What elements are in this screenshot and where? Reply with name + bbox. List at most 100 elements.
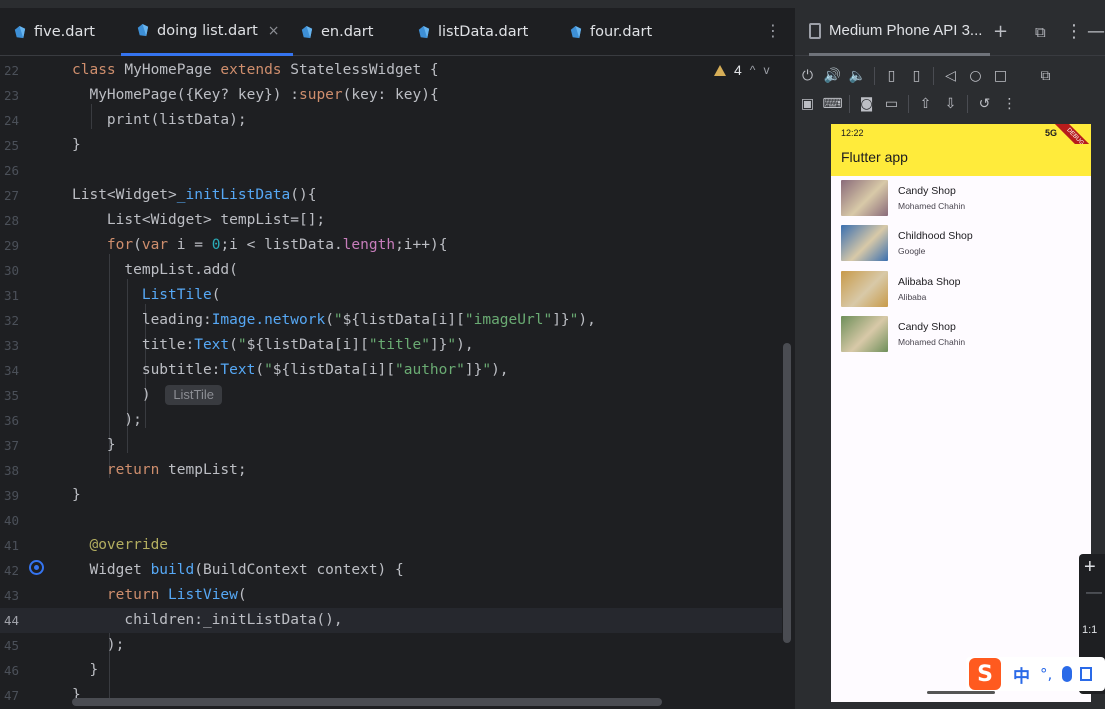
screenshot-icon[interactable]: ◙	[854, 93, 879, 115]
code-text[interactable]: return tempList;	[72, 458, 247, 483]
tab-five-dart[interactable]: five.dart	[12, 8, 95, 56]
previous-problem-icon[interactable]: ^	[750, 63, 756, 77]
zoom-in-button[interactable]: +	[1084, 556, 1096, 579]
tab-en-dart[interactable]: en.dart	[299, 8, 373, 56]
power-icon[interactable]: ⏻	[795, 65, 820, 87]
ime-language-toggle[interactable]: 中	[1013, 662, 1030, 687]
list-item[interactable]: Childhood Shop Google	[841, 225, 1081, 261]
upload-icon[interactable]: ⇧	[913, 93, 938, 115]
code-text[interactable]: ) ListTile	[72, 383, 223, 408]
code-text[interactable]: Widget build(BuildContext context) {	[72, 558, 403, 583]
rotate-left-icon[interactable]: ▯	[879, 65, 904, 87]
tab-listdata-dart[interactable]: listData.dart	[416, 8, 528, 56]
code-line[interactable]: 43 return ListView(	[0, 583, 782, 608]
code-text[interactable]: );	[72, 408, 141, 433]
more-icon[interactable]: ⋮	[1065, 20, 1083, 44]
code-text[interactable]: }	[72, 658, 98, 683]
gesture-home-bar[interactable]	[927, 691, 995, 694]
code-line[interactable]: 23 MyHomePage({Key? key}) :super(key: ke…	[0, 83, 782, 108]
code-text[interactable]: MyHomePage({Key? key}) :super(key: key){	[72, 83, 438, 108]
code-line[interactable]: 29 for(var i = 0;i < listData.length;i++…	[0, 233, 782, 258]
code-text[interactable]: leading:Image.network("${listData[i]["im…	[72, 308, 596, 333]
code-text[interactable]: @override	[72, 533, 168, 558]
list-item[interactable]: Candy Shop Mohamed Chahin	[841, 316, 1081, 352]
device-settings-icon[interactable]: ▣	[795, 93, 820, 115]
code-line[interactable]: 34 subtitle:Text("${listData[i]["author"…	[0, 358, 782, 383]
microphone-icon[interactable]	[1062, 666, 1073, 682]
code-line[interactable]: 45 );	[0, 633, 782, 658]
code-text[interactable]: }	[72, 483, 81, 508]
sogou-logo[interactable]: S	[969, 658, 1001, 690]
code-line[interactable]: 39}	[0, 483, 782, 508]
input-method-toolbar[interactable]: S 中 °,	[966, 657, 1105, 691]
open-external-icon[interactable]: ⧉	[1035, 20, 1046, 44]
code-text[interactable]: ListTile(	[72, 283, 221, 308]
code-line[interactable]: 28 List<Widget> tempList=[];	[0, 208, 782, 233]
code-area[interactable]: 22 class MyHomePage extends StatelessWidg…	[0, 56, 793, 709]
code-line[interactable]: 37 }	[0, 433, 782, 458]
code-line[interactable]: 44 children:_initListData(),	[0, 608, 782, 633]
code-text[interactable]: for(var i = 0;i < listData.length;i++){	[72, 233, 448, 258]
code-line[interactable]: 26	[0, 158, 782, 183]
list-item[interactable]: Candy Shop Mohamed Chahin	[841, 180, 1081, 216]
code-text[interactable]: print(listData);	[72, 108, 247, 133]
code-line[interactable]: 22 class MyHomePage extends StatelessWidg…	[0, 58, 782, 83]
code-line[interactable]: 41 @override	[0, 533, 782, 558]
code-text[interactable]: title:Text("${listData[i]["title"]}"),	[72, 333, 474, 358]
code-line[interactable]: 27 List<Widget>_initListData(){	[0, 183, 782, 208]
tab-four-dart[interactable]: four.dart	[568, 8, 652, 56]
code-text[interactable]: subtitle:Text("${listData[i]["author"]}"…	[72, 358, 509, 383]
code-line[interactable]: 31 ListTile(	[0, 283, 782, 308]
keyboard-icon[interactable]	[1080, 667, 1093, 681]
code-text[interactable]: class MyHomePage extends StatelessWidget…	[72, 58, 439, 83]
overview-icon[interactable]: □	[988, 65, 1013, 87]
code-text[interactable]: children:_initListData(),	[72, 608, 342, 633]
keyboard-icon[interactable]: ⌨	[820, 93, 845, 115]
download-icon[interactable]: ⇩	[938, 93, 963, 115]
next-problem-icon[interactable]: v	[763, 63, 769, 77]
ime-punctuation-toggle[interactable]: °,	[1040, 665, 1052, 683]
tab-device[interactable]: Medium Phone API 3...	[809, 8, 991, 56]
list-item-title: Candy Shop	[898, 321, 956, 333]
phone-screen[interactable]: 12:22 5G DEBUG Flutter app Candy Shop Mo…	[831, 124, 1091, 702]
more-options-icon[interactable]: ⋮	[997, 93, 1022, 115]
code-line[interactable]: 30 tempList.add(	[0, 258, 782, 283]
minimize-icon[interactable]: —	[1087, 20, 1105, 44]
home-icon[interactable]: ○	[963, 65, 988, 87]
override-gutter-icon[interactable]	[29, 560, 44, 575]
zoom-actual-size-button[interactable]: 1:1	[1082, 624, 1097, 636]
code-line[interactable]: 40	[0, 508, 782, 533]
list-item[interactable]: Alibaba Shop Alibaba	[841, 271, 1081, 307]
code-text[interactable]: tempList.add(	[72, 258, 238, 283]
code-line[interactable]: 46 }	[0, 658, 782, 683]
code-text[interactable]: List<Widget>_initListData(){	[72, 183, 316, 208]
code-text[interactable]: return ListView(	[72, 583, 247, 608]
code-line[interactable]: 32 leading:Image.network("${listData[i][…	[0, 308, 782, 333]
tab-doing-list-dart[interactable]: doing list.dart ×	[121, 8, 294, 56]
code-text[interactable]: }	[72, 433, 116, 458]
add-device-icon[interactable]: +	[993, 20, 1008, 44]
screen-record-icon[interactable]: ▭	[879, 93, 904, 115]
code-line[interactable]: 33 title:Text("${listData[i]["title"]}")…	[0, 333, 782, 358]
zoom-out-button[interactable]: —	[1086, 584, 1102, 602]
tabs-menu-icon[interactable]: ⋮	[765, 21, 781, 41]
back-icon[interactable]: ◁	[938, 65, 963, 87]
rotate-right-icon[interactable]: ▯	[904, 65, 929, 87]
code-line[interactable]: 24 print(listData);	[0, 108, 782, 133]
volume-down-icon[interactable]: 🔈	[845, 65, 870, 87]
horizontal-scrollbar[interactable]	[72, 698, 662, 706]
code-text[interactable]: );	[72, 633, 124, 658]
vertical-scrollbar[interactable]	[783, 343, 791, 643]
inspection-widget[interactable]: 4 ^ v	[714, 62, 769, 78]
code-line[interactable]: 42 Widget build(BuildContext context) {	[0, 558, 782, 583]
code-line[interactable]: 38 return tempList;	[0, 458, 782, 483]
snapshot-icon[interactable]: ⧉	[1033, 65, 1058, 87]
code-line[interactable]: 35 ) ListTile	[0, 383, 782, 408]
code-text[interactable]: List<Widget> tempList=[];	[72, 208, 325, 233]
volume-up-icon[interactable]: 🔊	[820, 65, 845, 87]
code-line[interactable]: 25}	[0, 133, 782, 158]
code-text[interactable]: }	[72, 133, 81, 158]
close-tab-icon[interactable]: ×	[268, 23, 280, 39]
code-line[interactable]: 36 );	[0, 408, 782, 433]
reset-icon[interactable]: ↺	[972, 93, 997, 115]
